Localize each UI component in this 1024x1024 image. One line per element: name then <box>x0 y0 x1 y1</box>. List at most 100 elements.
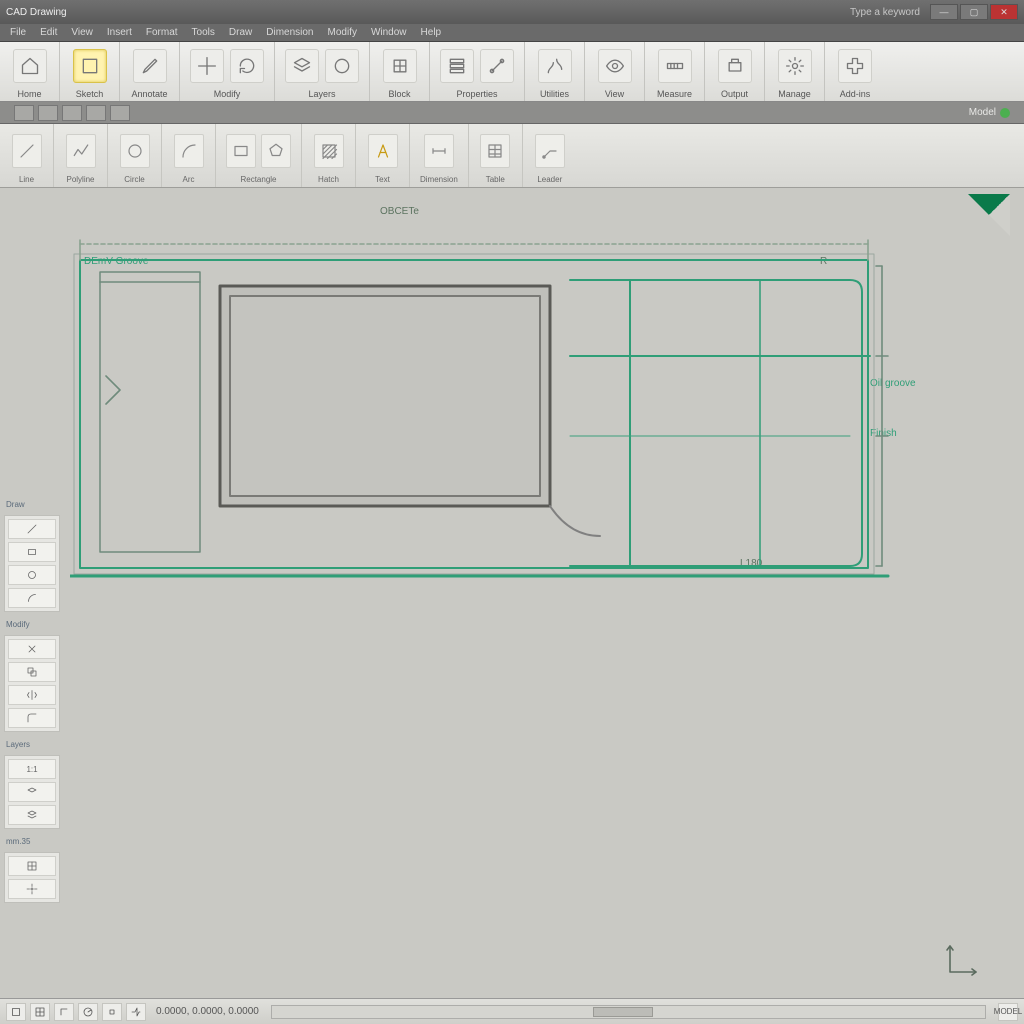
polyline-tool[interactable] <box>66 134 96 168</box>
polygon-tool[interactable] <box>261 134 291 168</box>
annotate-button[interactable] <box>133 49 167 83</box>
home-button[interactable] <box>13 49 47 83</box>
ribbon-label: Home <box>17 89 41 99</box>
tool-label: Hatch <box>318 175 339 184</box>
rotate-button[interactable] <box>230 49 264 83</box>
status-toggle-polar[interactable] <box>78 1003 98 1021</box>
palette-group-modify <box>4 635 60 732</box>
palette-heading: Draw <box>4 498 60 509</box>
menu-item[interactable]: Tools <box>192 27 215 38</box>
maximize-button[interactable]: ▢ <box>960 4 988 20</box>
menu-item[interactable]: View <box>71 27 93 38</box>
undo-button[interactable] <box>86 105 106 121</box>
open-button[interactable] <box>38 105 58 121</box>
horizontal-scrollbar[interactable] <box>271 1005 986 1019</box>
hatch-tool[interactable] <box>314 134 344 168</box>
palette-group-draw <box>4 515 60 612</box>
pal-mirror[interactable] <box>8 685 56 705</box>
pal-line[interactable] <box>8 519 56 539</box>
ribbon-label: Layers <box>308 89 335 99</box>
menu-item[interactable]: Dimension <box>266 27 313 38</box>
pal-fillet[interactable] <box>8 708 56 728</box>
ribbon-label: Modify <box>214 89 241 99</box>
menu-item[interactable]: Window <box>371 27 407 38</box>
ribbon-group-home: Home <box>0 42 60 101</box>
palette-group-misc <box>4 852 60 903</box>
tool-group-arc: Arc <box>162 124 216 187</box>
tool-label: Arc <box>183 175 195 184</box>
ribbon-group-block: Block <box>370 42 430 101</box>
ribbon-group-layers: Layers <box>275 42 370 101</box>
drawing-canvas[interactable]: OBCETe DEmV Groove R Oil groove Finish L… <box>0 188 1024 998</box>
save-button[interactable] <box>62 105 82 121</box>
status-model[interactable]: MODEL <box>998 1003 1018 1021</box>
viewcube-icon[interactable] <box>968 194 1010 236</box>
pal-snap[interactable] <box>8 879 56 899</box>
pal-scale[interactable]: 1:1 <box>8 759 56 779</box>
manage-button[interactable] <box>778 49 812 83</box>
rectangle-tool[interactable] <box>226 134 256 168</box>
tool-group-circle: Circle <box>108 124 162 187</box>
block-button[interactable] <box>383 49 417 83</box>
line-tool[interactable] <box>12 134 42 168</box>
table-tool[interactable] <box>480 134 510 168</box>
close-button[interactable]: ✕ <box>990 4 1018 20</box>
view-button[interactable] <box>598 49 632 83</box>
redo-button[interactable] <box>110 105 130 121</box>
menu-item[interactable]: File <box>10 27 26 38</box>
pal-circle[interactable] <box>8 565 56 585</box>
tool-group-hatch: Hatch <box>302 124 356 187</box>
app-title: CAD Drawing <box>6 7 67 18</box>
palette-group-layers: 1:1 <box>4 755 60 829</box>
utilities-button[interactable] <box>538 49 572 83</box>
match-button[interactable] <box>480 49 514 83</box>
pal-layer1[interactable] <box>8 805 56 825</box>
pal-rect[interactable] <box>8 542 56 562</box>
output-button[interactable] <box>718 49 752 83</box>
tool-label: Text <box>375 175 390 184</box>
dimension-tool[interactable] <box>424 134 454 168</box>
ucs-icon <box>944 938 984 978</box>
pal-offset[interactable] <box>8 662 56 682</box>
pal-layer0[interactable] <box>8 782 56 802</box>
menu-item[interactable]: Help <box>421 27 442 38</box>
addins-button[interactable] <box>838 49 872 83</box>
pal-grid[interactable] <box>8 856 56 876</box>
measure-button[interactable] <box>658 49 692 83</box>
ribbon-group-annotate: Annotate <box>120 42 180 101</box>
scrollbar-thumb[interactable] <box>593 1007 653 1017</box>
tool-group-text: Text <box>356 124 410 187</box>
ribbon: Home Sketch Annotate Modify Layers Block… <box>0 42 1024 102</box>
tool-label: Rectangle <box>240 175 276 184</box>
new-button[interactable] <box>14 105 34 121</box>
menu-item[interactable]: Draw <box>229 27 252 38</box>
move-button[interactable] <box>190 49 224 83</box>
pal-arc[interactable] <box>8 588 56 608</box>
circle-tool[interactable] <box>120 134 150 168</box>
status-toggle-osnap[interactable] <box>102 1003 122 1021</box>
text-tool[interactable] <box>368 134 398 168</box>
leader-tool[interactable] <box>535 134 565 168</box>
side-palette: Draw Modify Layers 1:1 mm.35 <box>4 498 60 903</box>
status-toggle-ortho[interactable] <box>54 1003 74 1021</box>
properties-button[interactable] <box>440 49 474 83</box>
status-toggle-snap[interactable] <box>6 1003 26 1021</box>
tool-group-line: Line <box>0 124 54 187</box>
top-dimension-label: OBCETe <box>380 206 419 217</box>
menu-item[interactable]: Format <box>146 27 178 38</box>
minimize-button[interactable]: — <box>930 4 958 20</box>
sketch-button[interactable] <box>73 49 107 83</box>
status-toggle-dyn[interactable] <box>126 1003 146 1021</box>
status-toggle-grid[interactable] <box>30 1003 50 1021</box>
ribbon-label: Annotate <box>131 89 167 99</box>
layers-button[interactable] <box>285 49 319 83</box>
tool-group-table: Table <box>469 124 523 187</box>
status-dot-icon <box>1000 108 1010 118</box>
menu-item[interactable]: Edit <box>40 27 57 38</box>
arc-tool[interactable] <box>174 134 204 168</box>
ribbon-group-measure: Measure <box>645 42 705 101</box>
menu-item[interactable]: Modify <box>328 27 357 38</box>
pal-trim[interactable] <box>8 639 56 659</box>
menu-item[interactable]: Insert <box>107 27 132 38</box>
layer-props-button[interactable] <box>325 49 359 83</box>
